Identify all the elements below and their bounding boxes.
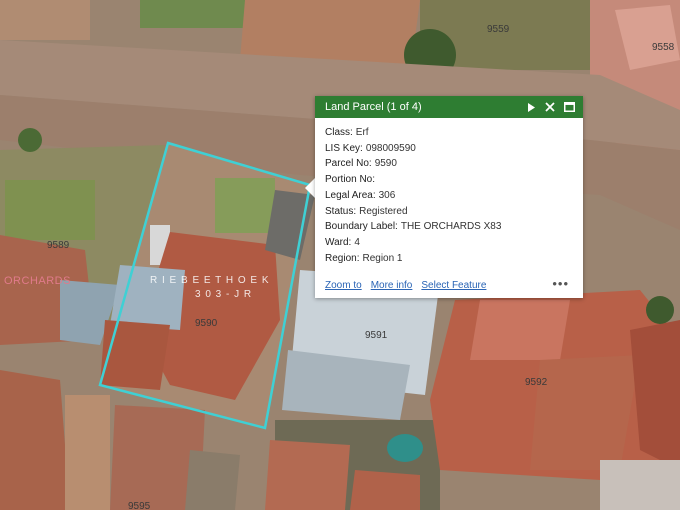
popup-header: Land Parcel (1 of 4) (315, 96, 583, 118)
roof-ridge (470, 300, 570, 360)
roof (600, 460, 680, 510)
tree (18, 128, 42, 152)
roof (350, 470, 420, 510)
yard (185, 450, 240, 510)
field-class: Class: Erf (325, 127, 369, 138)
close-icon[interactable] (542, 99, 558, 115)
lawn (140, 0, 250, 28)
parcel-label: 9558 (652, 42, 675, 53)
parcel-label: 9590 (195, 318, 218, 329)
select-feature-link[interactable]: Select Feature (421, 280, 486, 291)
zoom-to-link[interactable]: Zoom to (325, 280, 362, 291)
play-icon[interactable] (523, 99, 539, 115)
field-ward: Ward: 4 (325, 236, 360, 248)
lawn (215, 178, 275, 233)
tree (646, 296, 674, 324)
parcel-label: 9591 (365, 330, 388, 341)
roof (0, 370, 70, 510)
feature-popup: Land Parcel (1 of 4) Class: Erf LIS Key: 0… (315, 96, 583, 298)
popup-actions: Zoom to More info Select Feature ••• (325, 276, 573, 291)
farm-number-label: 3 0 3 - J R (195, 289, 252, 300)
parcel-label: 9595 (128, 501, 151, 510)
parcel-label: 9589 (47, 240, 70, 251)
pool (387, 434, 423, 462)
field-parcel-no: Parcel No: 9590 (325, 158, 397, 170)
roof (100, 320, 170, 390)
lawn (5, 180, 95, 240)
field-portion-no: Portion No: (325, 174, 376, 186)
yard (0, 0, 90, 40)
parcel-label: 9559 (487, 24, 510, 35)
maximize-icon[interactable] (561, 99, 577, 115)
field-region: Region: Region 1 (325, 252, 403, 264)
more-options-icon[interactable]: ••• (552, 276, 569, 291)
field-status: Status: Registered (325, 205, 408, 217)
popup-body: Class: Erf LIS Key: 098009590 Parcel No: 95… (315, 118, 583, 266)
more-info-link[interactable]: More info (371, 280, 413, 291)
suburb-label: ORCHARDS (4, 275, 71, 287)
popup-title: Land Parcel (1 of 4) (325, 101, 422, 113)
driveway (65, 395, 110, 510)
roof (265, 440, 350, 510)
popup-pointer (305, 178, 315, 198)
parcel-label: 9592 (525, 377, 548, 388)
field-boundary-label: Boundary Label: THE ORCHARDS X83 (325, 221, 502, 233)
farm-name-label: R I E B E E T H O E K (150, 275, 270, 286)
field-lis-key: LIS Key: 098009590 (325, 142, 416, 154)
field-legal-area: Legal Area: 306 (325, 189, 396, 201)
